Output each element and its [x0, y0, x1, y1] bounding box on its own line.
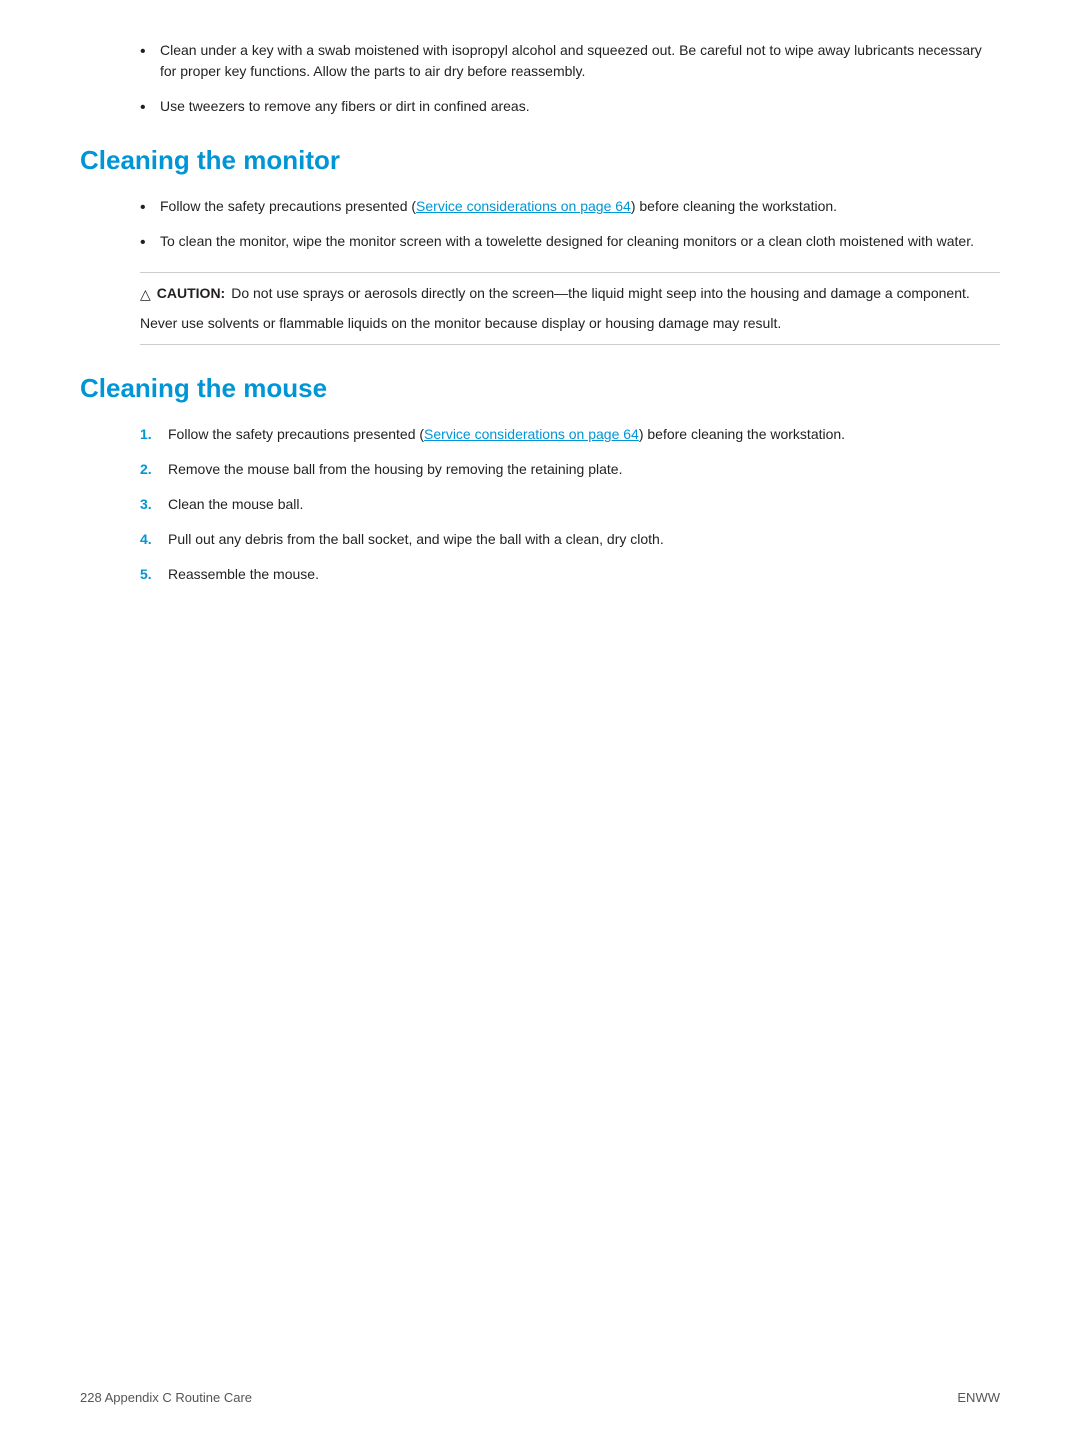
caution-box: △ CAUTION: Do not use sprays or aerosols… — [140, 272, 1000, 345]
monitor-bullet-list: Follow the safety precautions presented … — [140, 196, 1000, 252]
caution-paragraph: Never use solvents or flammable liquids … — [140, 313, 1000, 334]
footer-right: ENWW — [957, 1388, 1000, 1408]
footer-left: 228 Appendix C Routine Care — [80, 1388, 252, 1408]
monitor-link-1[interactable]: Service considerations on page 64 — [416, 198, 631, 214]
page-footer: 228 Appendix C Routine Care ENWW — [80, 1388, 1000, 1408]
mouse-step-5: 5. Reassemble the mouse. — [140, 564, 1000, 585]
monitor-bullet-item-2: To clean the monitor, wipe the monitor s… — [140, 231, 1000, 252]
mouse-ordered-list: 1. Follow the safety precautions present… — [140, 424, 1000, 585]
monitor-section-title: Cleaning the monitor — [80, 141, 1000, 180]
caution-line: △ CAUTION: Do not use sprays or aerosols… — [140, 283, 1000, 305]
caution-text: Do not use sprays or aerosols directly o… — [231, 283, 970, 304]
intro-bullet-list: Clean under a key with a swab moistened … — [140, 40, 1000, 117]
intro-bullet-item-1: Clean under a key with a swab moistened … — [140, 40, 1000, 82]
step-num-3: 3. — [140, 494, 152, 515]
mouse-section-title: Cleaning the mouse — [80, 369, 1000, 408]
step-num-2: 2. — [140, 459, 152, 480]
mouse-step-1: 1. Follow the safety precautions present… — [140, 424, 1000, 445]
mouse-step-2: 2. Remove the mouse ball from the housin… — [140, 459, 1000, 480]
caution-triangle-icon: △ — [140, 284, 151, 305]
step-num-5: 5. — [140, 564, 152, 585]
step-num-1: 1. — [140, 424, 152, 445]
page: Clean under a key with a swab moistened … — [0, 0, 1080, 1437]
step-num-4: 4. — [140, 529, 152, 550]
monitor-bullet-item-1: Follow the safety precautions presented … — [140, 196, 1000, 217]
mouse-step-3: 3. Clean the mouse ball. — [140, 494, 1000, 515]
mouse-step-4: 4. Pull out any debris from the ball soc… — [140, 529, 1000, 550]
mouse-link-1[interactable]: Service considerations on page 64 — [424, 426, 639, 442]
intro-bullet-item-2: Use tweezers to remove any fibers or dir… — [140, 96, 1000, 117]
caution-label: CAUTION: — [157, 283, 225, 304]
